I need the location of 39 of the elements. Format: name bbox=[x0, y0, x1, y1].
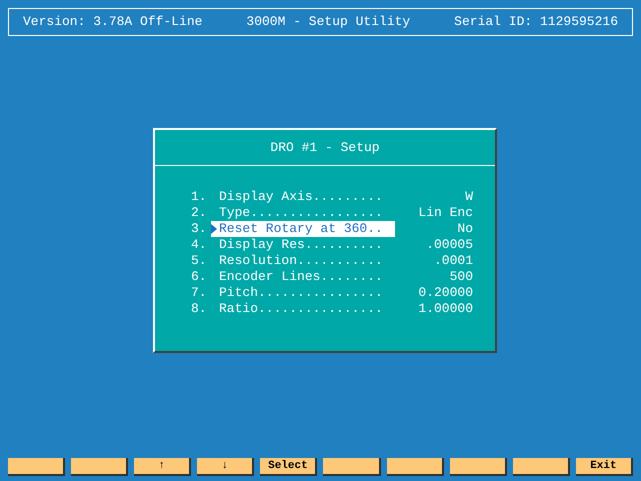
setting-value: No bbox=[456, 220, 473, 238]
setting-value: 0.20000 bbox=[417, 284, 473, 302]
item-number: 3. bbox=[191, 220, 208, 238]
item-number: 5. bbox=[191, 252, 208, 270]
setting-item[interactable]: Display Axis......... bbox=[211, 189, 395, 205]
setting-value: W bbox=[464, 188, 473, 206]
dialog-title: DRO #1 - Setup bbox=[270, 138, 380, 157]
setting-item[interactable]: Reset Rotary at 360.. bbox=[211, 221, 395, 237]
setting-value: .0001 bbox=[432, 252, 473, 270]
setting-item[interactable]: Resolution........... bbox=[211, 253, 395, 269]
setting-value: 500 bbox=[448, 268, 473, 286]
function-key[interactable] bbox=[71, 458, 128, 476]
function-key[interactable]: Exit bbox=[576, 458, 633, 476]
function-key[interactable]: ↑ bbox=[134, 458, 192, 476]
function-key[interactable]: Select bbox=[260, 458, 318, 476]
function-key[interactable] bbox=[450, 458, 507, 476]
app-title: 3000M - Setup Utility bbox=[246, 13, 410, 32]
serial-label: Serial ID: 1129595216 bbox=[454, 13, 618, 32]
function-key[interactable] bbox=[512, 458, 570, 476]
item-number: 6. bbox=[191, 268, 208, 286]
item-number: 8. bbox=[191, 300, 208, 318]
version-label: Version: 3.78A Off-Line bbox=[23, 13, 202, 32]
pointer-icon bbox=[211, 224, 217, 234]
function-key[interactable]: ↓ bbox=[197, 458, 254, 476]
setting-item[interactable]: Type................. bbox=[211, 205, 395, 221]
function-key[interactable] bbox=[8, 458, 66, 476]
setting-item[interactable]: Encoder Lines........ bbox=[211, 269, 395, 285]
setting-item[interactable]: Pitch................ bbox=[211, 285, 395, 301]
setting-item[interactable]: Display Res.......... bbox=[211, 237, 395, 253]
function-key[interactable] bbox=[386, 458, 444, 476]
setting-value: .00005 bbox=[425, 236, 473, 254]
function-key[interactable] bbox=[323, 458, 381, 476]
setting-value: Lin Enc bbox=[417, 204, 473, 222]
item-number: 4. bbox=[191, 236, 208, 254]
setting-value: 1.00000 bbox=[417, 300, 473, 318]
item-number: 1. bbox=[191, 188, 208, 206]
item-number: 2. bbox=[191, 204, 208, 222]
item-number: 7. bbox=[191, 284, 208, 302]
setting-item[interactable]: Ratio................ bbox=[211, 301, 395, 317]
